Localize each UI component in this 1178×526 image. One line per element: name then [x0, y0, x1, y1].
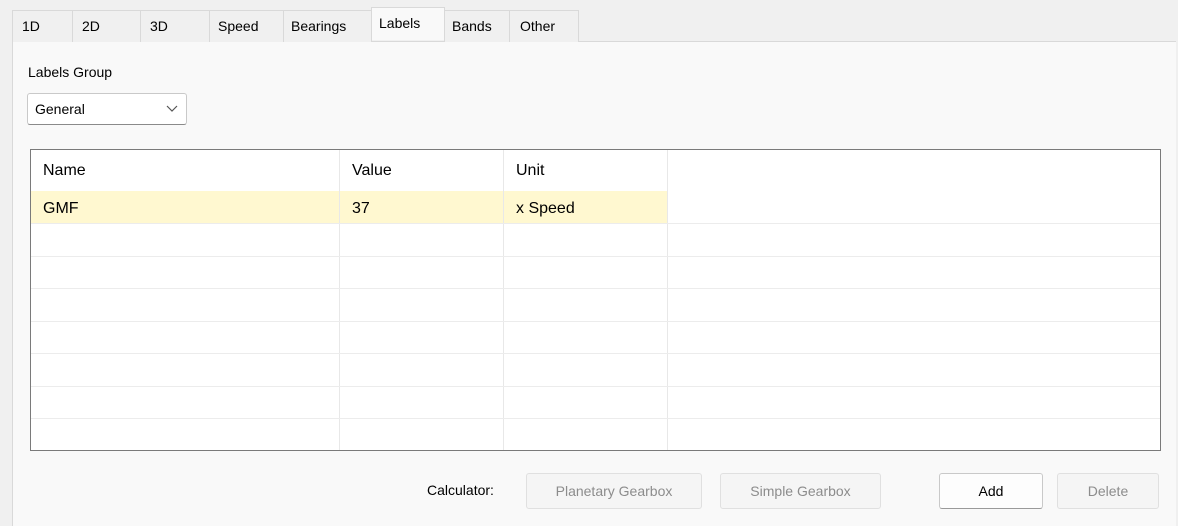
add-button[interactable]: Add: [939, 473, 1043, 509]
column-header-value[interactable]: Value: [340, 150, 504, 190]
row-divider: [31, 288, 1160, 289]
cell-unit[interactable]: x Speed: [504, 191, 668, 223]
simple-gearbox-button[interactable]: Simple Gearbox: [720, 473, 881, 509]
chevron-down-icon: [166, 105, 178, 112]
tab-bar: 1D 2D 3D Speed Bearings Labels Bands Oth…: [12, 7, 579, 42]
tab-bearings[interactable]: Bearings: [283, 10, 372, 42]
tab-3d[interactable]: 3D: [140, 10, 210, 42]
column-header-unit[interactable]: Unit: [504, 150, 668, 190]
tab-other[interactable]: Other: [509, 10, 579, 42]
labels-group-selected: General: [35, 101, 85, 117]
tab-bands[interactable]: Bands: [444, 10, 510, 42]
row-divider: [31, 321, 1160, 322]
row-divider: [31, 256, 1160, 257]
labels-group-label: Labels Group: [28, 64, 113, 80]
calculator-label: Calculator:: [427, 482, 494, 498]
labels-table[interactable]: Name Value Unit GMF 37 x Speed: [30, 149, 1161, 451]
row-divider: [31, 223, 1160, 224]
cell-name[interactable]: GMF: [31, 191, 340, 223]
delete-button[interactable]: Delete: [1057, 473, 1159, 509]
tab-2d[interactable]: 2D: [72, 10, 141, 42]
planetary-gearbox-button[interactable]: Planetary Gearbox: [526, 473, 702, 509]
cell-value[interactable]: 37: [340, 191, 504, 223]
row-divider: [31, 386, 1160, 387]
tab-speed[interactable]: Speed: [209, 10, 284, 42]
labels-settings-window: 1D 2D 3D Speed Bearings Labels Bands Oth…: [0, 0, 1178, 526]
column-header-name[interactable]: Name: [31, 150, 340, 190]
tab-labels[interactable]: Labels: [371, 7, 445, 40]
row-divider: [31, 353, 1160, 354]
labels-group-dropdown[interactable]: General: [27, 93, 187, 125]
tab-1d[interactable]: 1D: [12, 10, 73, 42]
row-divider: [31, 418, 1160, 419]
